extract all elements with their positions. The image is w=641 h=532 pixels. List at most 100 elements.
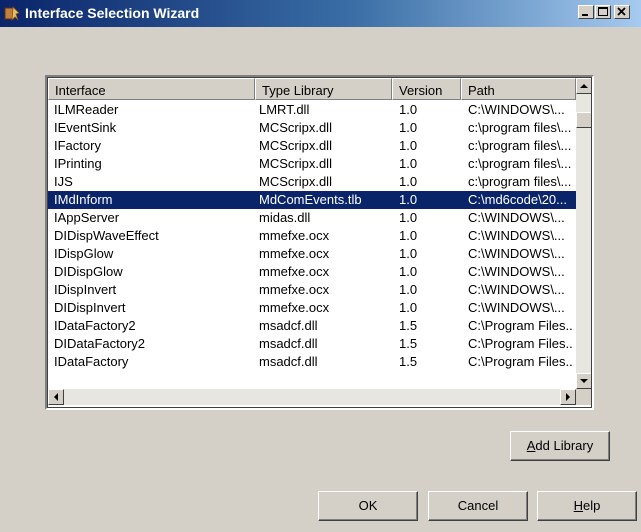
title-bar[interactable]: Interface Selection Wizard (0, 0, 641, 27)
interface-cell: IMdInform (54, 192, 113, 207)
type-library-cell: mmefxe.ocx (259, 264, 330, 279)
type-library-cell: msadcf.dll (259, 318, 318, 333)
list-item[interactable]: IDataFactory msadcf.dll 1.5 C:\Program File… (48, 353, 576, 371)
version-cell: 1.0 (399, 102, 418, 117)
version-cell: 1.0 (399, 282, 418, 297)
list-item[interactable]: DIDispGlow mmefxe.ocx 1.0 C:\WINDOWS\... (48, 263, 576, 281)
list-item[interactable]: IPrinting MCScripx.dll 1.0 c:\program files… (48, 155, 576, 173)
path-cell: c:\program files\... (468, 174, 572, 189)
path-cell: C:\WINDOWS\... (468, 282, 565, 297)
type-library-cell: MCScripx.dll (259, 156, 332, 171)
list-item[interactable]: IJS MCScripx.dll 1.0 c:\program files\... (48, 173, 576, 191)
scroll-up-button[interactable] (576, 78, 591, 94)
path-cell: c:\program files\... (468, 120, 572, 135)
help-accelerator: H (573, 498, 584, 513)
window-title: Interface Selection Wizard (25, 5, 200, 21)
type-library-cell: MdComEvents.tlb (259, 192, 362, 207)
version-cell: 1.0 (399, 300, 418, 315)
list-item[interactable]: IDataFactory2 msadcf.dll 1.5 C:\Program Fil… (48, 317, 576, 335)
cancel-button[interactable]: Cancel (428, 491, 528, 521)
scroll-left-button[interactable] (48, 389, 64, 405)
interface-cell: DIDispGlow (54, 264, 123, 279)
help-button[interactable]: Help (537, 491, 637, 521)
type-library-cell: MCScripx.dll (259, 138, 332, 153)
list-item[interactable]: IMdInform MdComEvents.tlb 1.0 C:\md6code\20… (48, 191, 576, 209)
cancel-label: Cancel (457, 498, 499, 513)
interface-cell: IAppServer (54, 210, 120, 225)
column-header-interface[interactable]: Interface (48, 78, 255, 100)
column-header-type-library[interactable]: Type Library (255, 78, 392, 100)
path-cell: C:\Program Files... (468, 354, 574, 369)
wizard-app-icon[interactable] (4, 5, 21, 22)
vertical-scroll-thumb[interactable] (576, 112, 591, 128)
interface-cell: IDataFactory2 (54, 318, 136, 333)
version-cell: 1.5 (399, 318, 418, 333)
path-cell: C:\WINDOWS\... (468, 210, 565, 225)
list-item[interactable]: ILMReader LMRT.dll 1.0 C:\WINDOWS\... (48, 101, 576, 119)
version-cell: 1.0 (399, 192, 418, 207)
path-cell: C:\WINDOWS\... (468, 264, 565, 279)
type-library-cell: LMRT.dll (259, 102, 310, 117)
type-library-cell: mmefxe.ocx (259, 300, 330, 315)
list-item[interactable]: IFactory MCScripx.dll 1.0 c:\program files\… (48, 137, 576, 155)
interface-cell: IFactory (54, 138, 101, 153)
column-header-version[interactable]: Version (392, 78, 461, 100)
list-item[interactable]: IEventSink MCScripx.dll 1.0 c:\program file… (48, 119, 576, 137)
version-cell: 1.5 (399, 354, 418, 369)
version-cell: 1.0 (399, 120, 418, 135)
version-cell: 1.0 (399, 210, 418, 225)
interface-cell: IJS (54, 174, 73, 189)
type-library-cell: mmefxe.ocx (259, 246, 330, 261)
column-header-path[interactable]: Path (461, 78, 576, 100)
interface-cell: IDispGlow (54, 246, 114, 261)
add-library-button[interactable]: Add Library (510, 431, 610, 461)
interface-cell: DIDispWaveEffect (54, 228, 159, 243)
list-item[interactable]: DIDispWaveEffect mmefxe.ocx 1.0 C:\WINDOWS\… (48, 227, 576, 245)
right-arrow-icon (566, 393, 570, 401)
path-cell: C:\WINDOWS\... (468, 300, 565, 315)
version-cell: 1.0 (399, 156, 418, 171)
down-arrow-icon (580, 379, 588, 383)
interface-cell: DIDispInvert (54, 300, 126, 315)
list-item[interactable]: IDispGlow mmefxe.ocx 1.0 C:\WINDOWS\... (48, 245, 576, 263)
help-label: elp (583, 498, 601, 513)
vertical-scrollbar[interactable] (576, 78, 591, 389)
left-arrow-icon (54, 393, 58, 401)
list-header: Interface Type Library Version Path (48, 78, 576, 100)
ok-label: OK (358, 498, 378, 513)
list-body: ILMReader LMRT.dll 1.0 C:\WINDOWS\... IEvent… (48, 101, 576, 371)
path-cell: C:\Program Files... (468, 318, 574, 333)
version-cell: 1.0 (399, 138, 418, 153)
ok-button[interactable]: OK (318, 491, 418, 521)
interface-cell: IDataFactory (54, 354, 129, 369)
list-item[interactable]: DIDispInvert mmefxe.ocx 1.0 C:\WINDOWS\... (48, 299, 576, 317)
list-item[interactable]: IDispInvert mmefxe.ocx 1.0 C:\WINDOWS\... (48, 281, 576, 299)
version-cell: 1.0 (399, 174, 418, 189)
version-cell: 1.5 (399, 336, 418, 351)
path-cell: C:\md6code\20... (468, 192, 567, 207)
scroll-down-button[interactable] (576, 373, 591, 389)
close-button[interactable] (614, 5, 630, 19)
add-library-label: dd Library (535, 438, 594, 453)
path-cell: C:\WINDOWS\... (468, 246, 565, 261)
type-library-cell: mmefxe.ocx (259, 228, 330, 243)
version-cell: 1.0 (399, 228, 418, 243)
up-arrow-icon (580, 84, 588, 88)
type-library-cell: mmefxe.ocx (259, 282, 330, 297)
interface-cell: IEventSink (54, 120, 117, 135)
maximize-button[interactable] (595, 5, 611, 19)
scroll-right-button[interactable] (560, 389, 576, 405)
list-item[interactable]: IAppServer midas.dll 1.0 C:\WINDOWS\... (48, 209, 576, 227)
horizontal-scrollbar[interactable] (48, 389, 576, 405)
list-item[interactable]: DIDataFactory2 msadcf.dll 1.5 C:\Program Fi… (48, 335, 576, 353)
interface-list[interactable]: Interface Type Library Version Path ILMR… (45, 75, 594, 410)
type-library-cell: MCScripx.dll (259, 174, 332, 189)
minimize-icon (582, 14, 588, 16)
path-cell: C:\WINDOWS\... (468, 102, 565, 117)
minimize-button[interactable] (578, 5, 594, 19)
type-library-cell: MCScripx.dll (259, 120, 332, 135)
maximize-icon (598, 7, 608, 16)
type-library-cell: midas.dll (259, 210, 311, 225)
interface-cell: ILMReader (54, 102, 119, 117)
version-cell: 1.0 (399, 246, 418, 261)
